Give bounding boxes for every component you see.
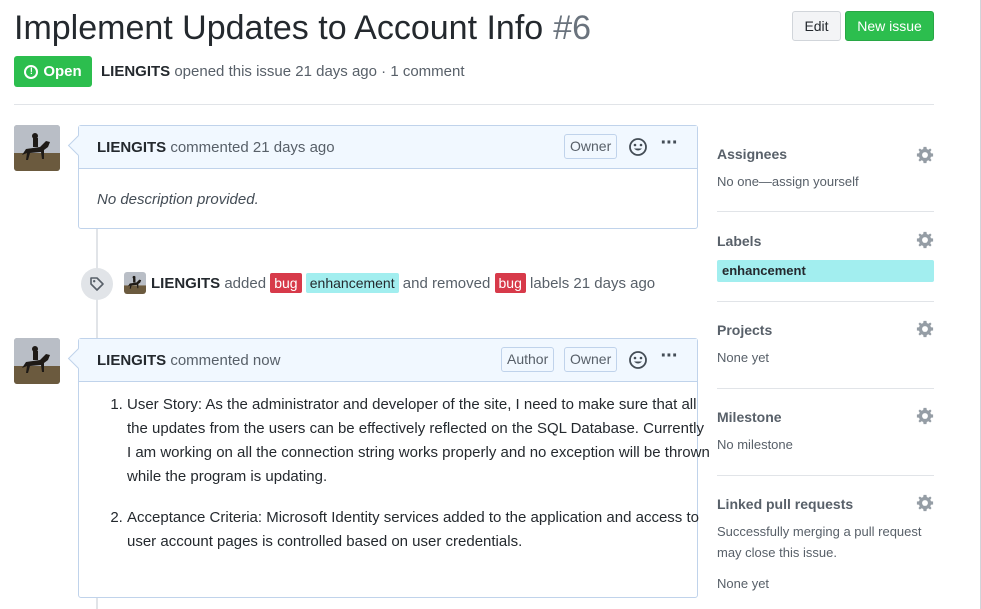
sidebar-divider [717,211,934,212]
comment-header: LIENGITS commented now Author Owner ··· [79,339,697,382]
issue-state-label: Open [43,63,82,80]
gear-icon[interactable] [916,320,934,338]
owner-badge: Owner [564,134,618,159]
label-bug[interactable]: bug [494,273,526,294]
label-enhancement[interactable]: enhancement [305,273,399,294]
assign-yourself-link[interactable]: No one—assign yourself [717,171,934,192]
sidebar-heading: Projects [717,322,773,338]
label-bug[interactable]: bug [270,273,302,294]
more-options-icon[interactable]: ··· [657,346,681,371]
add-reaction-icon[interactable] [628,350,648,370]
event-added-text: added [224,275,267,292]
new-issue-button[interactable]: New issue [845,11,934,41]
avatar[interactable] [14,338,60,384]
sidebar-divider [717,475,934,476]
comment-body-list: User Story: As the administrator and dev… [99,393,712,571]
sidebar-divider [717,388,934,389]
issue-number: #6 [553,9,592,47]
sidebar-labels: Labels [717,231,934,253]
list-item: User Story: As the administrator and dev… [127,393,712,489]
issue-opened-icon: ! [24,64,39,79]
edit-button[interactable]: Edit [792,11,841,41]
issue-title: Implement Updates to Account Info #6 [14,6,591,50]
sidebar-projects: Projects None yet [717,320,934,372]
tag-icon [81,268,113,300]
comment-card: LIENGITS commented 21 days ago Owner ···… [67,125,698,229]
issue-meta: LIENGITS opened this issue 21 days ago ·… [101,63,465,80]
event-removed-text: and removed [402,275,491,292]
comment-body: No description provided. [97,191,259,208]
issue-title-text: Implement Updates to Account Info [14,9,544,47]
milestone-value: No milestone [717,437,793,452]
sidebar-heading: Labels [717,233,762,249]
projects-value: None yet [717,350,770,365]
sidebar-linked-pull-requests: Linked pull requests Successfully mergin… [717,494,934,601]
list-item: Acceptance Criteria: Microsoft Identity … [127,506,712,554]
sidebar-milestone: Milestone No milestone [717,407,934,459]
gear-icon[interactable] [916,146,934,164]
gear-icon[interactable] [916,231,934,249]
author-badge: Author [501,347,555,372]
owner-badge: Owner [564,347,618,372]
comment-author[interactable]: LIENGITS [97,352,166,369]
sidebar-assignees: Assignees No one—assign yourself [717,146,934,206]
sidebar-label-enhancement[interactable]: enhancement [717,260,934,282]
timeline-line [96,598,98,609]
label-event: LIENGITS added bug enhancement and remov… [151,273,655,295]
comment-author[interactable]: LIENGITS [97,139,166,156]
event-suffix: labels 21 days ago [530,275,656,292]
sidebar-heading: Assignees [717,146,788,162]
comment-header: LIENGITS commented 21 days ago Owner ··· [79,126,697,169]
gear-icon[interactable] [916,494,934,512]
event-actor[interactable]: LIENGITS [151,275,220,292]
avatar[interactable] [124,272,146,294]
header-divider [14,104,934,105]
more-options-icon[interactable]: ··· [657,133,681,158]
comment-action[interactable]: commented 21 days ago [170,139,334,156]
issue-state-badge: ! Open [14,56,92,87]
issue-author-link[interactable]: LIENGITS [101,63,170,80]
add-reaction-icon[interactable] [628,137,648,157]
comment-card: LIENGITS commented now Author Owner ··· … [67,338,710,598]
sidebar-divider [717,301,934,302]
linked-pr-value: None yet [717,576,770,591]
sidebar-heading: Linked pull requests [717,496,854,512]
comment-action[interactable]: commented now [170,352,280,369]
gear-icon[interactable] [916,407,934,425]
comment-author-line: LIENGITS commented 21 days ago [97,139,335,156]
issue-meta-text: opened this issue 21 days ago · 1 commen… [174,63,465,80]
linked-pr-hint: Successfully merging a pull request may … [717,524,922,560]
avatar[interactable] [14,125,60,171]
comment-author-line: LIENGITS commented now [97,352,280,369]
sidebar-heading: Milestone [717,409,782,425]
